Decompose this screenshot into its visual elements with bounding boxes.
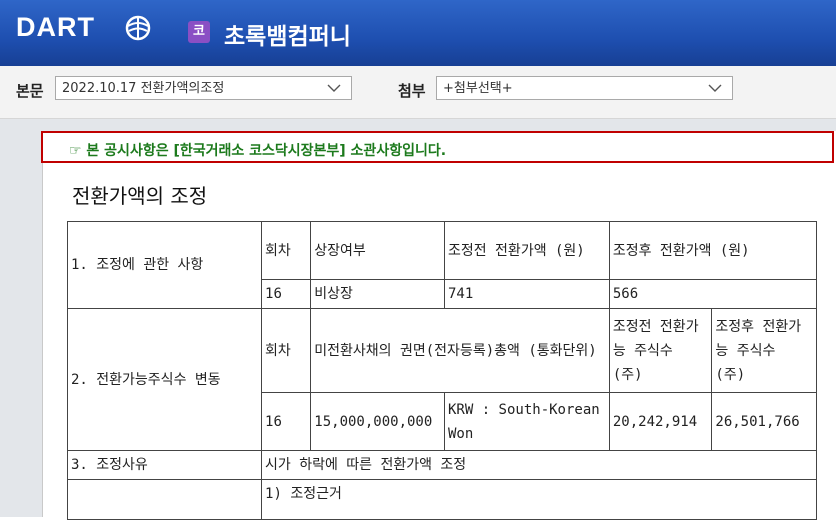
company-badge: 코 — [188, 21, 210, 43]
s2-round: 16 — [261, 392, 312, 451]
s1-header-after: 조정후 전환가액 (원) — [608, 221, 818, 280]
company-name: 초록뱀컴퍼니 — [224, 24, 351, 50]
s1-listed: 비상장 — [310, 279, 445, 309]
attach-select[interactable]: +첨부선택+ — [436, 76, 733, 100]
s2-header-round: 회차 — [261, 308, 312, 393]
s2-header-before: 조정전 전환가능 주식수 (주) — [608, 308, 713, 393]
s2-header-amount: 미전환사채의 권면(전자등록)총액 (통화단위) — [310, 308, 610, 393]
s2-header-after: 조정후 전환가능 주식수 (주) — [711, 308, 817, 393]
s1-header-round: 회차 — [261, 221, 312, 280]
s2-amount: 15,000,000,000 — [310, 392, 445, 451]
s3-value: 시가 하락에 따른 전환가액 조정 — [261, 450, 817, 480]
s4-label — [66, 479, 263, 520]
globe-icon — [125, 15, 151, 41]
s4-value: 1) 조정근거 — [261, 479, 817, 520]
disclosure-table: 1. 조정에 관한 사항 회차 상장여부 조정전 전환가액 (원) 조정후 전환… — [66, 221, 818, 520]
table-row: 2. 전환가능주식수 변동 회차 미전환사채의 권면(전자등록)총액 (통화단위… — [66, 308, 817, 451]
app-header: DART 코 초록뱀컴퍼니 — [0, 0, 836, 66]
s2-after: 26,501,766 — [711, 392, 817, 451]
table-row: 1. 조정에 관한 사항 회차 상장여부 조정전 전환가액 (원) 조정후 전환… — [66, 221, 818, 309]
body-label: 본문 — [16, 82, 44, 100]
attach-select-value: +첨부선택+ — [443, 81, 513, 96]
chevron-down-icon — [708, 84, 722, 92]
body-select-value: 2022.10.17 전환가액의조정 — [62, 81, 225, 96]
s1-header-listed: 상장여부 — [310, 221, 445, 280]
chevron-down-icon — [327, 84, 341, 92]
s1-header-before: 조정전 전환가액 (원) — [443, 221, 610, 280]
table-row: 1) 조정근거 — [66, 479, 817, 520]
body-select[interactable]: 2022.10.17 전환가액의조정 — [55, 76, 352, 100]
notice-text: ☞ 본 공시사항은 [한국거래소 코스닥시장본부] 소관사항입니다. — [69, 143, 447, 159]
document-select-bar: 본문 2022.10.17 전환가액의조정 첨부 +첨부선택+ — [0, 66, 836, 119]
document-title: 전환가액의 조정 — [72, 184, 208, 208]
dart-logo[interactable]: DART — [16, 10, 151, 46]
s3-label: 3. 조정사유 — [66, 450, 263, 480]
s2-currency: KRW : South-Korean Won — [443, 392, 610, 451]
s2-label: 2. 전환가능주식수 변동 — [66, 308, 263, 451]
s2-before: 20,242,914 — [608, 392, 713, 451]
notice-banner: ☞ 본 공시사항은 [한국거래소 코스닥시장본부] 소관사항입니다. — [41, 131, 834, 163]
s1-before: 741 — [443, 279, 610, 309]
logo-text: DART — [16, 12, 95, 42]
attach-label: 첨부 — [398, 82, 426, 100]
s1-round: 16 — [261, 279, 312, 309]
table-row: 3. 조정사유 시가 하락에 따른 전환가액 조정 — [66, 450, 817, 480]
s1-after: 566 — [608, 279, 818, 309]
s1-label: 1. 조정에 관한 사항 — [66, 221, 263, 309]
